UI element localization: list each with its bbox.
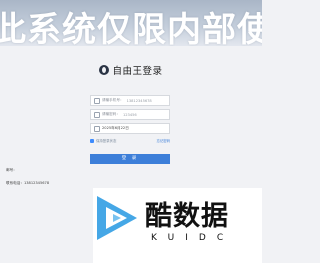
- calendar-icon: [94, 125, 100, 132]
- password-field[interactable]: 请输密码： 123456: [90, 109, 170, 120]
- phone-field[interactable]: 请输手机号： 13812345678: [90, 95, 170, 106]
- banner: 此系统仅限内部使用: [0, 0, 262, 46]
- phone-label: 请输手机号：: [102, 98, 124, 102]
- footer-info-line-2: 联系电话：13812345678: [6, 181, 50, 185]
- password-value: 123456: [122, 112, 137, 117]
- login-button[interactable]: 登 录: [90, 154, 170, 164]
- logo-icon: [99, 65, 110, 75]
- login-form: 请输手机号： 13812345678 请输密码： 123456 2025年6月2…: [90, 95, 170, 164]
- watermark-logo-icon: [97, 196, 137, 240]
- remember-label: 保持登录状态: [96, 139, 117, 143]
- forgot-password-link[interactable]: 忘记密码: [156, 138, 170, 143]
- remember-toggle[interactable]: 保持登录状态: [90, 138, 116, 143]
- footer-info: 邮号： 联系电话：13812345678: [6, 167, 49, 186]
- phone-value: 13812345678: [126, 98, 152, 103]
- date-field[interactable]: 2025年6月22日: [90, 123, 170, 134]
- watermark-title: 酷数据: [145, 201, 229, 232]
- date-value: 2025年6月22日: [102, 126, 129, 130]
- form-options: 保持登录状态 忘记密码: [90, 137, 170, 144]
- lock-icon: [94, 111, 100, 118]
- user-icon: [94, 97, 100, 104]
- password-label: 请输密码：: [102, 112, 120, 116]
- remember-checkbox[interactable]: [90, 138, 94, 143]
- banner-text: 此系统仅限内部使用: [0, 10, 262, 46]
- login-title: 自由王登录: [112, 66, 163, 77]
- login-header: 自由王登录: [0, 63, 262, 77]
- footer-info-line-1: 邮号：: [6, 168, 17, 172]
- watermark-subtitle: KUIDC: [151, 233, 235, 243]
- watermark: 酷数据 KUIDC: [93, 188, 262, 263]
